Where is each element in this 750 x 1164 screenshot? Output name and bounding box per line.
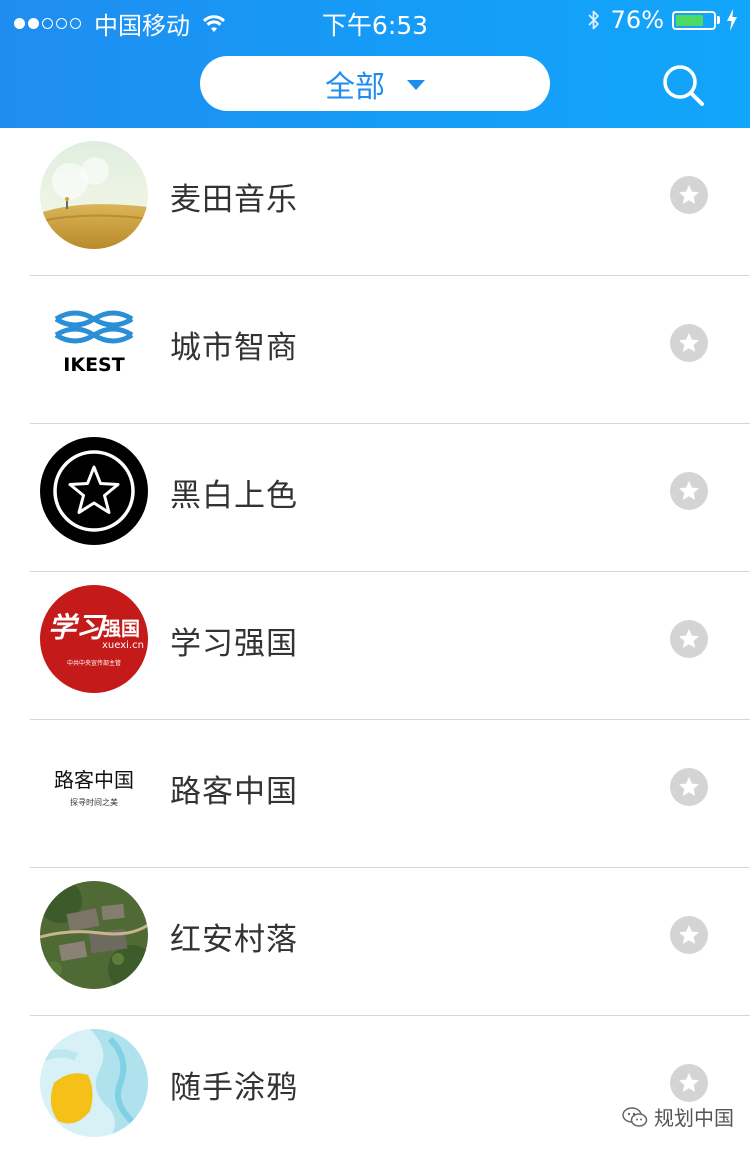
- list-item[interactable]: 红安村落: [0, 868, 750, 1016]
- app-name: 随手涂鸦: [170, 1070, 298, 1106]
- favorite-button[interactable]: [670, 620, 708, 658]
- black-star-logo: [40, 437, 148, 545]
- ikest-logo: IKEST: [40, 289, 148, 397]
- filter-label: 全部: [325, 69, 385, 105]
- battery-percent: 76%: [610, 6, 664, 34]
- svg-text:学习: 学习: [48, 611, 107, 644]
- star-icon: [679, 185, 699, 204]
- top-bar: 中国移动 下午6:53 76% 全部: [0, 0, 750, 128]
- list-item[interactable]: 路客中国 探寻时间之美 路客中国: [0, 720, 750, 868]
- village-aerial-image: [40, 881, 148, 989]
- caret-down-icon: [407, 80, 425, 90]
- favorite-button[interactable]: [670, 472, 708, 510]
- svg-text:中共中央宣传部主管: 中共中央宣传部主管: [67, 659, 121, 667]
- star-icon: [679, 481, 699, 500]
- favorite-button[interactable]: [670, 324, 708, 362]
- list-item[interactable]: 随手涂鸦: [0, 1016, 750, 1164]
- luke-calligraphy-logo: 路客中国 探寻时间之美: [40, 733, 148, 841]
- watermark: 规划中国: [622, 1102, 734, 1131]
- status-bar: 中国移动 下午6:53 76%: [0, 0, 750, 40]
- star-icon: [679, 1073, 699, 1092]
- list-item[interactable]: 黑白上色: [0, 424, 750, 572]
- favorite-button[interactable]: [670, 176, 708, 214]
- star-icon: [679, 925, 699, 944]
- app-name: 城市智商: [170, 330, 298, 366]
- watermark-text: 规划中国: [654, 1106, 734, 1130]
- wheat-field-image: [40, 141, 148, 249]
- star-icon: [679, 629, 699, 648]
- xuexi-logo: 学习 强国 xuexi.cn 中共中央宣传部主管: [40, 585, 148, 693]
- charging-bolt-icon: [727, 9, 737, 31]
- app-name: 学习强国: [170, 626, 298, 662]
- svg-text:xuexi.cn: xuexi.cn: [102, 640, 144, 651]
- list-item[interactable]: 麦田音乐: [0, 128, 750, 276]
- svg-text:强国: 强国: [102, 618, 140, 640]
- battery-icon: [672, 10, 716, 30]
- app-name: 路客中国: [170, 774, 298, 810]
- app-name: 红安村落: [170, 922, 298, 958]
- search-icon[interactable]: [660, 62, 706, 108]
- star-icon: [679, 333, 699, 352]
- favorite-button[interactable]: [670, 768, 708, 806]
- favorite-button[interactable]: [670, 1064, 708, 1102]
- wechat-icon: [622, 1106, 648, 1127]
- ikest-logo-text: IKEST: [63, 354, 124, 376]
- app-name: 麦田音乐: [170, 182, 298, 218]
- star-icon: [679, 777, 699, 796]
- category-filter-dropdown[interactable]: 全部: [200, 56, 550, 111]
- svg-text:路客中国: 路客中国: [54, 768, 134, 792]
- app-list: 麦田音乐 IKEST 城市智商 黑白上色 学习 强国 xuexi.cn 中共中央…: [0, 128, 750, 1164]
- list-item[interactable]: IKEST 城市智商: [0, 276, 750, 424]
- list-item[interactable]: 学习 强国 xuexi.cn 中共中央宣传部主管 学习强国: [0, 572, 750, 720]
- svg-text:探寻时间之美: 探寻时间之美: [70, 797, 118, 807]
- doodle-paint-image: [40, 1029, 148, 1137]
- favorite-button[interactable]: [670, 916, 708, 954]
- app-name: 黑白上色: [170, 478, 298, 514]
- bluetooth-icon: [588, 10, 599, 30]
